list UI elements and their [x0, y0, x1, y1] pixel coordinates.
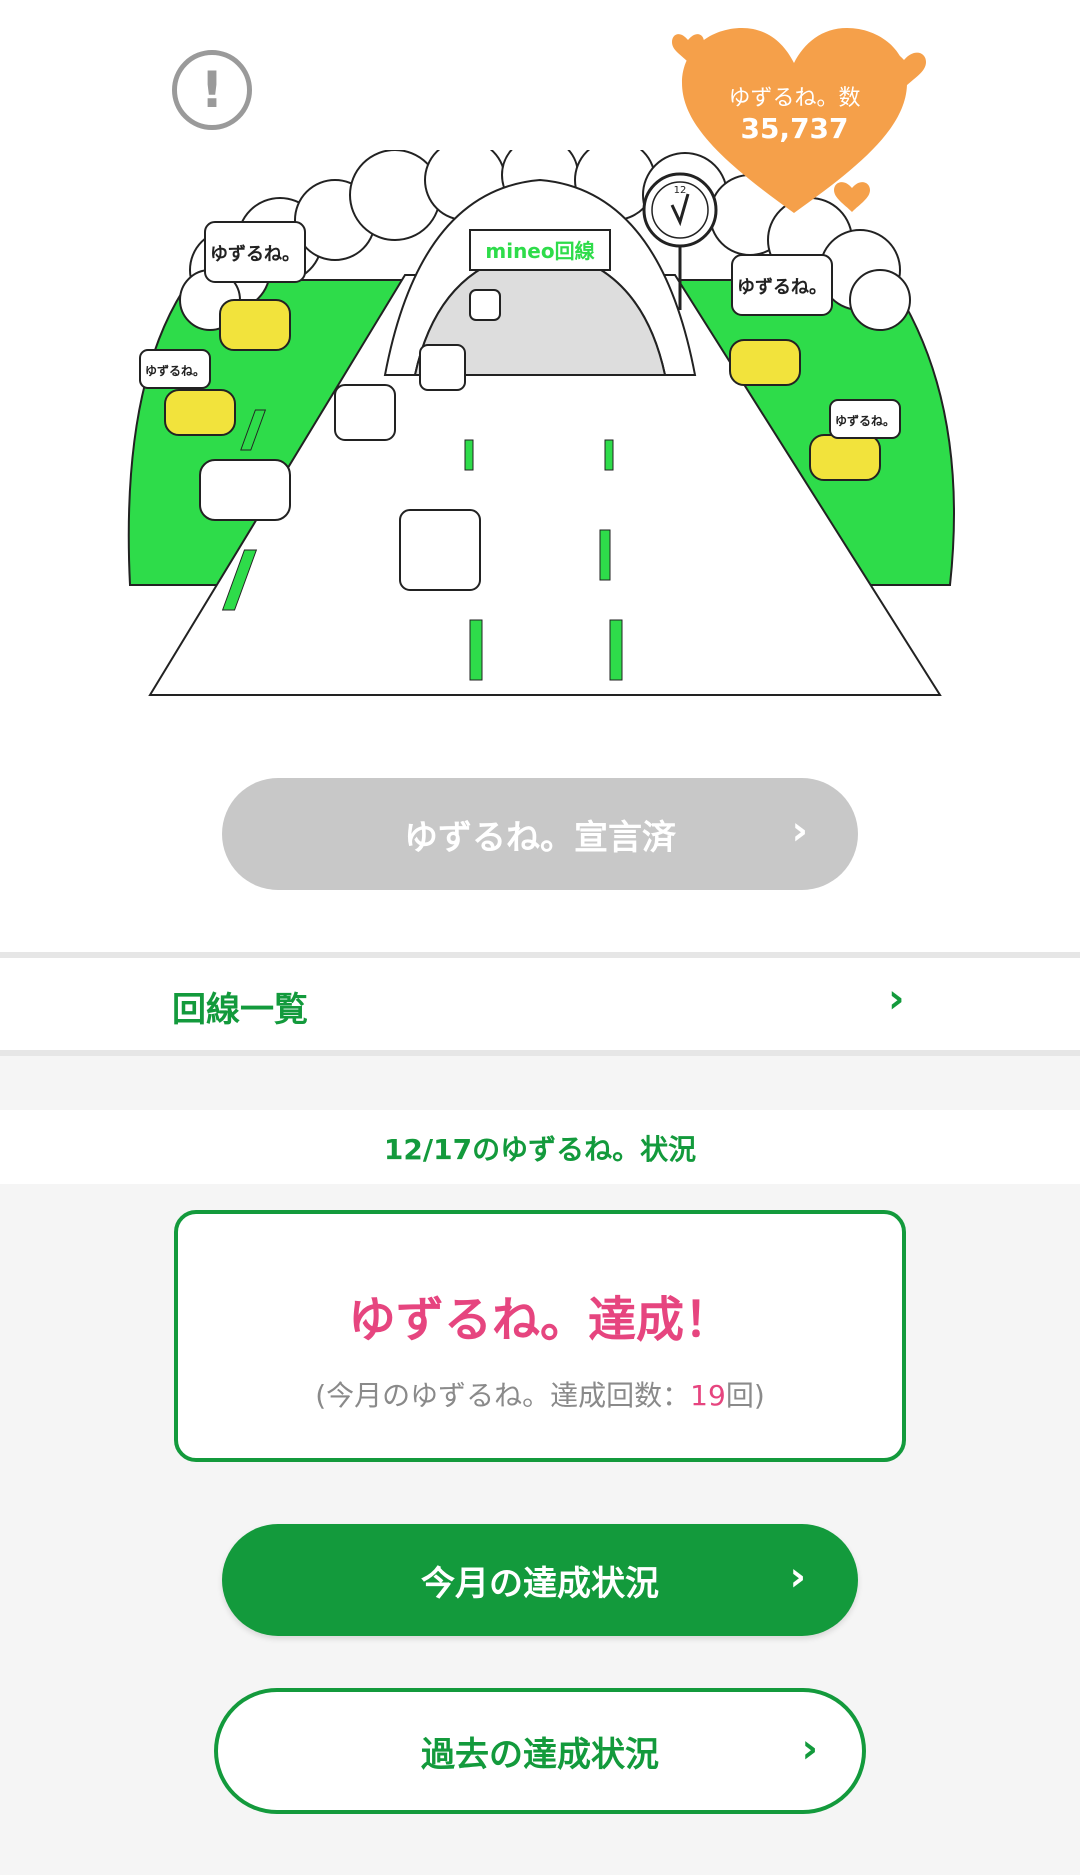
past-status-label: 過去の達成状況: [421, 1734, 659, 1775]
exclamation-circle-icon[interactable]: !: [172, 50, 252, 130]
line-list-row[interactable]: 回線一覧 ›: [0, 958, 1080, 1050]
chevron-right-icon: ›: [789, 1554, 806, 1600]
bubble-text-1: ゆずるね。: [210, 244, 300, 265]
heart-badge-label: ゆずるね。数: [728, 86, 861, 111]
bubble-text-3: ゆずるね。: [737, 277, 827, 298]
count-suffix: 回): [725, 1379, 765, 1412]
chevron-right-icon: ›: [791, 808, 808, 854]
monthly-status-label: 今月の達成状況: [421, 1563, 659, 1604]
divider: [0, 1050, 1080, 1056]
mineo-sign-text: mineo回線: [485, 239, 594, 263]
past-status-button[interactable]: 過去の達成状況 ›: [214, 1688, 866, 1814]
monthly-status-button[interactable]: 今月の達成状況 ›: [222, 1524, 858, 1636]
yuzurune-count-badge: ゆずるね。数 35,737: [672, 18, 932, 228]
count-prefix: (今月のゆずるね。達成回数：: [315, 1379, 691, 1412]
achieved-count: (今月のゆずるね。達成回数：19回): [178, 1374, 902, 1414]
line-list-label: 回線一覧: [172, 990, 308, 1030]
bubble-text-2: ゆずるね。: [145, 363, 205, 378]
hero-section: ! mineo回線 12 ゆずるね。 ゆずるね。 ゆずるね。 ゆずるね。 ゆずる…: [0, 0, 1080, 952]
chevron-right-icon: ›: [801, 1726, 818, 1772]
chevron-right-icon: ›: [888, 976, 905, 1022]
heart-badge-count: 35,737: [740, 112, 849, 145]
declared-button-label: ゆずるね。宣言済: [404, 817, 676, 858]
declared-button[interactable]: ゆずるね。宣言済 ›: [222, 778, 858, 890]
status-card: ゆずるね。達成！ (今月のゆずるね。達成回数：19回): [174, 1210, 906, 1462]
highway-illustration: mineo回線 12 ゆずるね。 ゆずるね。 ゆずるね。 ゆずるね。: [127, 150, 955, 696]
status-header: 12/17のゆずるね。状況: [0, 1110, 1080, 1184]
bubble-text-4: ゆずるね。: [835, 413, 895, 428]
count-value: 19: [690, 1379, 726, 1412]
achieved-text: ゆずるね。達成！: [347, 1292, 732, 1348]
